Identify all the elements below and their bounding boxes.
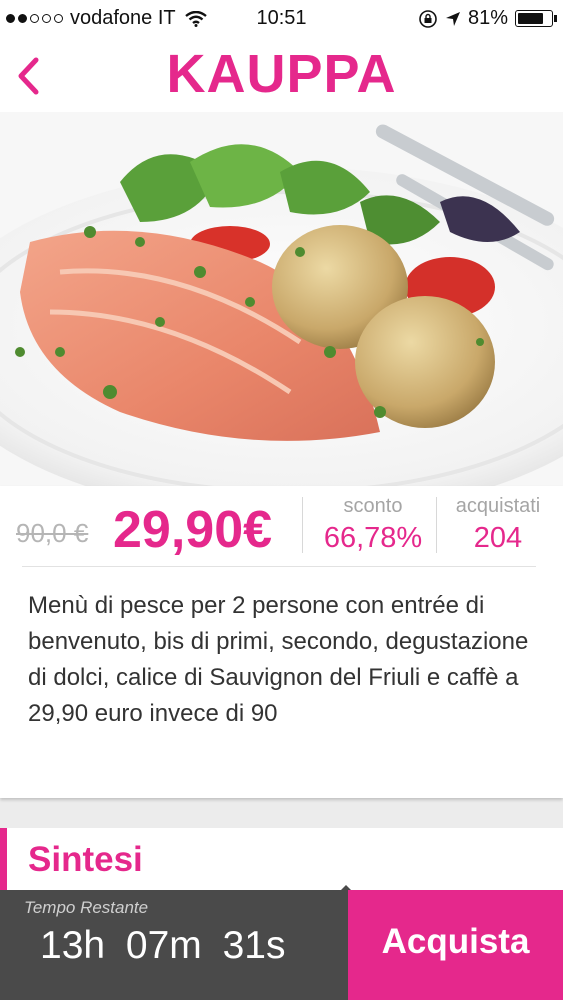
- offer-description: Menù di pesce per 2 persone con entrée d…: [28, 592, 529, 727]
- discount-label: sconto: [343, 495, 403, 517]
- battery-icon: [515, 10, 557, 27]
- location-arrow-icon: [445, 11, 460, 26]
- section-header: Sintesi: [0, 828, 563, 890]
- status-right: 81%: [418, 7, 557, 30]
- discount-value: 66,78%: [323, 522, 423, 554]
- battery-fill: [518, 13, 544, 24]
- offer-image: [0, 112, 563, 486]
- battery-nub: [554, 15, 557, 22]
- section-accent-bar: [0, 828, 7, 890]
- buy-button[interactable]: Acquista: [348, 890, 563, 1000]
- countdown-panel: Tempo Restante 13h 07m 31s: [0, 890, 348, 1000]
- countdown-value: 13h 07m 31s: [40, 924, 286, 967]
- nav-bar: KAUPPA: [0, 40, 563, 112]
- countdown-label: Tempo Restante: [24, 898, 149, 917]
- section-title: Sintesi: [28, 840, 143, 879]
- divider: [302, 497, 303, 553]
- old-price: 90,0 €: [16, 518, 89, 548]
- purchased-label: acquistati: [455, 495, 541, 517]
- status-bar: vodafone IT 10:51 81%: [0, 0, 563, 40]
- buy-button-label: Acquista: [381, 922, 530, 961]
- app-logo: KAUPPA: [166, 44, 397, 104]
- divider: [436, 497, 437, 553]
- divider: [22, 566, 536, 567]
- battery-percent: 81%: [467, 7, 508, 29]
- rotation-lock-icon: [419, 9, 437, 28]
- salmon-dish-photo: [0, 112, 563, 486]
- offer-price: 29,90€: [113, 501, 273, 559]
- purchased-value: 204: [473, 522, 523, 554]
